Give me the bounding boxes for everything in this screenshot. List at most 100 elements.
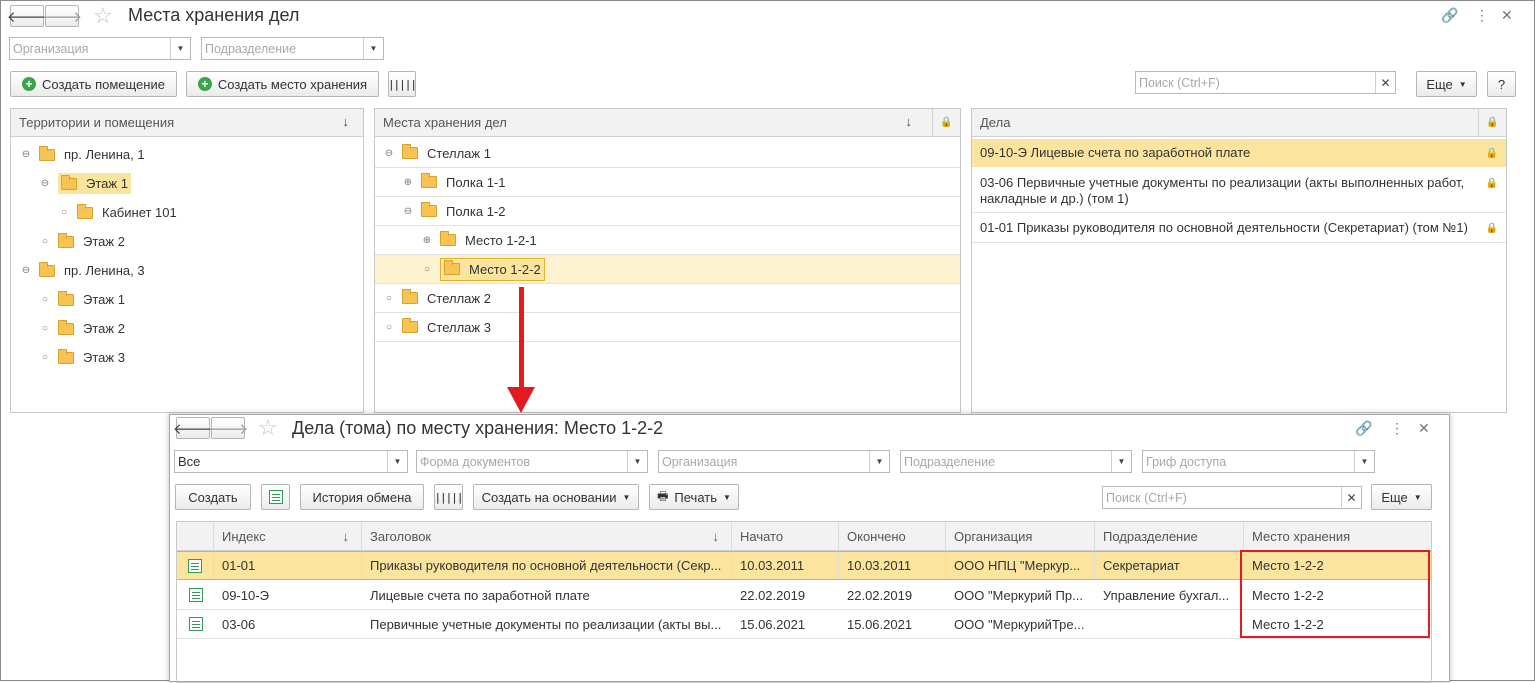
main-more-button[interactable]: Еще ▼: [1416, 71, 1477, 97]
territories-header-label: Территории и помещения: [19, 115, 175, 130]
link-icon[interactable]: 🔗: [1355, 420, 1372, 436]
storage-header[interactable]: Места хранения дел ↓ 🔒: [375, 109, 960, 137]
cell-title: Приказы руководителя по основной деятель…: [362, 552, 732, 579]
folder-icon: [77, 203, 93, 219]
access-filter[interactable]: Гриф доступа ▼: [1142, 450, 1375, 473]
sub-organization-filter[interactable]: Организация ▼: [658, 450, 890, 473]
collapse-icon[interactable]: ⊖: [384, 148, 394, 159]
chevron-down-icon[interactable]: ▼: [869, 451, 889, 472]
folder-icon: [58, 232, 74, 248]
column-header-dept[interactable]: Подразделение: [1095, 522, 1244, 550]
clear-icon[interactable]: ✕: [1341, 487, 1361, 508]
list-item[interactable]: 01-01 Приказы руководителя по основной д…: [972, 213, 1506, 243]
column-header-title[interactable]: Заголовок ↓: [362, 522, 732, 550]
cell-index: 01-01: [214, 552, 362, 579]
chevron-down-icon: ▼: [1458, 79, 1467, 89]
tree-item[interactable]: ⊖ Стеллаж 1: [375, 139, 960, 168]
sort-down-icon[interactable]: ↓: [343, 114, 350, 129]
column-header-start[interactable]: Начато: [732, 522, 839, 550]
forward-button[interactable]: 🡒: [41, 5, 83, 27]
scope-select[interactable]: Все ▼: [174, 450, 408, 473]
sub-department-filter[interactable]: Подразделение ▼: [900, 450, 1132, 473]
tree-item[interactable]: ○ Этаж 1: [11, 285, 363, 314]
organization-filter[interactable]: Организация ▼: [9, 37, 191, 60]
favorite-star-icon[interactable]: ☆: [258, 417, 278, 439]
create-based-on-button[interactable]: Создать на основании ▼: [473, 484, 639, 510]
tree-item[interactable]: ○ Кабинет 101: [11, 198, 363, 227]
create-storage-button[interactable]: + Создать место хранения: [186, 71, 379, 97]
chevron-down-icon[interactable]: ▼: [363, 38, 383, 59]
folder-icon: [402, 144, 418, 159]
clear-icon[interactable]: ✕: [1375, 72, 1395, 93]
sort-down-icon[interactable]: ↓: [713, 529, 720, 544]
leaf-circle-icon: ○: [60, 207, 68, 218]
exchange-history-button[interactable]: История обмена: [300, 484, 424, 510]
tree-item-selected[interactable]: Этаж 1: [58, 173, 131, 194]
column-header-index[interactable]: Индекс ↓: [214, 522, 362, 550]
collapse-icon[interactable]: ⊖: [21, 265, 31, 276]
table-header: Индекс ↓ Заголовок ↓ Начато Окончено Орг…: [177, 522, 1431, 551]
list-item[interactable]: 03-06 Первичные учетные документы по реа…: [972, 167, 1506, 213]
tree-item[interactable]: ⊖ пр. Ленина, 1: [11, 140, 363, 169]
tree-item[interactable]: ⊕ Место 1-2-1: [375, 226, 960, 255]
list-item-selected[interactable]: 09-10-Э Лицевые счета по заработной плат…: [972, 139, 1506, 167]
chevron-down-icon[interactable]: ▼: [387, 451, 407, 472]
collapse-icon[interactable]: ⊖: [403, 206, 413, 217]
expand-icon[interactable]: ⊕: [422, 235, 432, 246]
tree-item[interactable]: ○ Стеллаж 3: [375, 313, 960, 342]
tree-item[interactable]: ⊕ Полка 1-1: [375, 168, 960, 197]
tree-item-label: Стеллаж 2: [427, 290, 491, 306]
tree-item[interactable]: ○ Этаж 2: [11, 314, 363, 343]
territories-header[interactable]: Территории и помещения ↓: [11, 109, 363, 137]
chevron-down-icon[interactable]: ▼: [170, 38, 190, 59]
back-button[interactable]: 🡐: [7, 5, 47, 27]
create-room-button[interactable]: + Создать помещение: [10, 71, 177, 97]
chevron-down-icon[interactable]: ▼: [1111, 451, 1131, 472]
chevron-down-icon[interactable]: ▼: [627, 451, 647, 472]
tree-item[interactable]: ○ Стеллаж 2: [375, 284, 960, 313]
tree-item[interactable]: ○ Этаж 3: [11, 343, 363, 372]
main-search-input[interactable]: Поиск (Ctrl+F) ✕: [1135, 71, 1396, 94]
expand-icon[interactable]: ⊕: [403, 177, 413, 188]
tree-item[interactable]: ⊖ Этаж 1: [11, 169, 363, 198]
sub-more-label: Еще: [1381, 489, 1408, 505]
tree-item[interactable]: ⊖ Полка 1-2: [375, 197, 960, 226]
tree-item-selected-row[interactable]: ○ Место 1-2-2: [375, 255, 960, 284]
sub-search-input[interactable]: Поиск (Ctrl+F) ✕: [1102, 486, 1362, 509]
row-icon-cell: [177, 552, 214, 579]
link-icon[interactable]: 🔗: [1441, 7, 1458, 23]
barcode-search-button[interactable]: |||||: [434, 484, 464, 510]
column-header-place[interactable]: Место хранения: [1244, 522, 1432, 550]
sub-more-button[interactable]: Еще ▼: [1371, 484, 1432, 510]
arrow-right-icon: 🡒: [41, 8, 83, 26]
cases-header[interactable]: Дела 🔒: [972, 109, 1506, 137]
sort-down-icon[interactable]: ↓: [343, 529, 350, 544]
tree-item[interactable]: ○ Этаж 2: [11, 227, 363, 256]
create-button[interactable]: Создать: [175, 484, 251, 510]
exchange-history-label: История обмена: [312, 489, 412, 505]
close-icon[interactable]: ✕: [1501, 7, 1513, 23]
barcode-search-button[interactable]: |||||: [388, 71, 417, 97]
document-icon: [188, 588, 203, 602]
cell-title: Лицевые счета по заработной плате: [370, 587, 590, 603]
print-button[interactable]: 🖶 Печать ▼: [649, 484, 739, 510]
sub-back-button[interactable]: 🡐: [173, 417, 213, 439]
create-copy-button[interactable]: [261, 484, 290, 510]
more-vertical-icon[interactable]: ⋮: [1475, 7, 1489, 23]
favorite-star-icon[interactable]: ☆: [93, 5, 113, 27]
column-header-org[interactable]: Организация: [946, 522, 1095, 550]
sub-forward-button[interactable]: 🡒: [208, 417, 248, 439]
more-vertical-icon[interactable]: ⋮: [1390, 420, 1404, 436]
collapse-icon[interactable]: ⊖: [21, 149, 31, 160]
help-button[interactable]: ?: [1487, 71, 1516, 97]
sort-down-icon[interactable]: ↓: [906, 114, 913, 129]
column-header-end[interactable]: Окончено: [839, 522, 946, 550]
tree-item-selected[interactable]: Место 1-2-2: [440, 257, 545, 281]
department-filter[interactable]: Подразделение ▼: [201, 37, 384, 60]
doc-form-filter[interactable]: Форма документов ▼: [416, 450, 648, 473]
collapse-icon[interactable]: ⊖: [40, 178, 50, 189]
tree-item[interactable]: ⊖ пр. Ленина, 3: [11, 256, 363, 285]
chevron-down-icon[interactable]: ▼: [1354, 451, 1374, 472]
cell-org: ООО "МеркурийТре...: [954, 616, 1085, 632]
close-icon[interactable]: ✕: [1418, 420, 1430, 436]
